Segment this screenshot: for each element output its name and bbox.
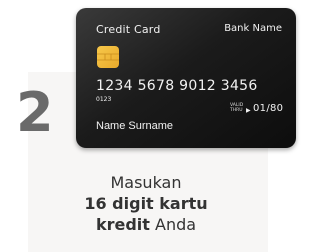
card-chip-icon	[97, 46, 119, 68]
card-holder-name: Name Surname	[96, 120, 174, 132]
bank-name: Bank Name	[224, 23, 282, 34]
arrow-right-icon: ▶	[246, 108, 251, 114]
valid-thru-label: VALID THRU	[230, 103, 244, 113]
step-number: 2	[16, 81, 54, 144]
instruction-text: Masukan 16 digit kartu kredit Anda	[76, 172, 216, 235]
instruction-line-1: Masukan	[110, 173, 182, 192]
card-expiry: 01/80	[253, 103, 284, 114]
instruction-line-3: kredit Anda	[95, 215, 197, 234]
instruction-line-2: 16 digit kartu	[84, 194, 208, 213]
card-number: 1234 5678 9012 3456	[96, 78, 258, 94]
card-title: Credit Card	[96, 23, 161, 36]
credit-card-illustration: Credit Card Bank Name 1234 5678 9012 345…	[76, 8, 296, 148]
card-small-number: 0123	[96, 96, 112, 103]
